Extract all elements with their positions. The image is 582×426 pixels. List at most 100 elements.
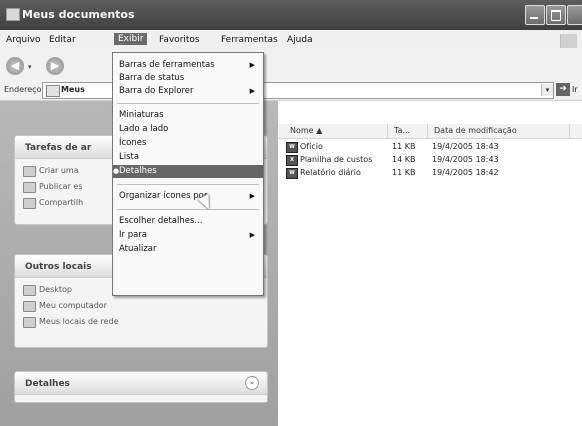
address-label: Endereço — [4, 85, 42, 94]
submenu-arrow-icon: ▶ — [249, 192, 255, 200]
word-document-icon: W — [286, 142, 298, 153]
explorer-window: Meus documentos Arquivo Editar Exibir Fa… — [0, 0, 582, 426]
word-document-icon: W — [286, 168, 298, 179]
windows-logo-icon — [560, 34, 577, 48]
title-bar[interactable]: Meus documentos — [0, 0, 582, 30]
menu-item-refresh[interactable]: Atualizar — [113, 243, 263, 256]
desktop-icon — [23, 285, 36, 296]
maximize-button[interactable] — [546, 5, 566, 25]
menu-item-status-bar[interactable]: Barra de status — [113, 72, 263, 85]
view-menu-dropdown: Barras de ferramentas ▶ Barra de status B… — [112, 52, 264, 296]
task-link-label: Publicar es — [39, 182, 83, 191]
sort-up-icon: ▲ — [316, 126, 323, 135]
place-link-label: Meu computador — [39, 301, 107, 310]
task-link-label: Criar uma — [39, 166, 79, 175]
details-panel: Detalhes » — [14, 371, 268, 403]
table-row[interactable]: W Relatório diário 11 KB 19/4/2005 18:42 — [278, 167, 582, 179]
submenu-arrow-icon: ▶ — [249, 61, 255, 69]
other-places-title: Outros locais — [25, 262, 92, 272]
window-title: Meus documentos — [22, 8, 135, 21]
place-link-computer[interactable]: Meu computador — [23, 299, 259, 313]
address-bar: Endereço Meus ▾ ➜ Ir — [0, 80, 582, 101]
menu-item-label: Barra de status — [119, 73, 185, 83]
menu-exibir[interactable]: Exibir — [114, 33, 148, 45]
menu-separator — [117, 103, 259, 104]
column-label: Ta... — [394, 126, 411, 135]
tasks-panel-title: Tarefas de ar — [25, 143, 92, 153]
table-row[interactable]: W Ofício 11 KB 19/4/2005 18:43 — [278, 141, 582, 153]
file-name: Ofício — [300, 142, 323, 151]
menu-item-go-to[interactable]: Ir para ▶ — [113, 229, 263, 242]
file-date: 19/4/2005 18:43 — [432, 155, 499, 164]
task-link-label: Compartilh — [39, 198, 84, 207]
place-link-network[interactable]: Meus locais de rede — [23, 315, 259, 329]
menu-separator — [117, 209, 259, 210]
menu-item-label: Ícones — [119, 138, 147, 148]
file-size: 11 KB — [392, 168, 416, 177]
details-panel-header[interactable]: Detalhes » — [15, 372, 267, 395]
new-folder-icon — [23, 166, 36, 177]
place-link-label: Desktop — [39, 285, 72, 294]
back-button[interactable]: ◀ — [6, 57, 24, 75]
globe-icon — [23, 182, 36, 193]
column-header-row: Nome ▲ Ta... Data de modificação — [278, 124, 582, 139]
menu-item-choose-details[interactable]: Escolher detalhes... — [113, 215, 263, 228]
menu-item-icons[interactable]: Ícones — [113, 137, 263, 150]
network-icon — [23, 317, 36, 328]
menu-separator — [117, 184, 259, 185]
menu-bar: Arquivo Editar Exibir Favoritos Ferramen… — [0, 30, 582, 53]
folder-icon — [6, 8, 20, 21]
computer-icon — [23, 301, 36, 312]
menu-ferramentas[interactable]: Ferramentas — [221, 35, 278, 45]
menu-item-label: Lado a lado — [119, 124, 169, 134]
spreadsheet-icon: X — [286, 155, 298, 166]
submenu-arrow-icon: ▶ — [249, 87, 255, 95]
file-name: Planilha de custos — [300, 155, 373, 164]
menu-item-label: Organizar ícones por — [119, 191, 208, 201]
share-folder-icon — [23, 198, 36, 209]
menu-item-label: Barras de ferramentas — [119, 60, 215, 70]
column-name[interactable]: Nome ▲ — [286, 124, 388, 138]
menu-item-label: Lista — [119, 152, 140, 162]
menu-item-label: Ir para — [119, 230, 148, 240]
file-name: Relatório diário — [300, 168, 361, 177]
menu-item-label: Escolher detalhes... — [119, 216, 203, 226]
menu-item-label: Atualizar — [119, 244, 157, 254]
submenu-arrow-icon: ▶ — [249, 231, 255, 239]
column-size[interactable]: Ta... — [390, 124, 428, 138]
file-size: 14 KB — [392, 155, 416, 164]
menu-editar[interactable]: Editar — [49, 35, 76, 45]
folder-icon — [46, 85, 60, 97]
file-date: 19/4/2005 18:42 — [432, 168, 499, 177]
place-link-label: Meus locais de rede — [39, 317, 119, 326]
table-row[interactable]: X Planilha de custos 14 KB 19/4/2005 18:… — [278, 154, 582, 166]
menu-favoritos[interactable]: Favoritos — [159, 35, 200, 45]
file-size: 11 KB — [392, 142, 416, 151]
menu-item-thumbnails[interactable]: Miniaturas — [113, 109, 263, 122]
menu-item-toolbars[interactable]: Barras de ferramentas ▶ — [113, 59, 263, 72]
menu-ajuda[interactable]: Ajuda — [287, 35, 313, 45]
menu-item-list[interactable]: Lista — [113, 151, 263, 164]
expand-icon[interactable]: » — [245, 376, 259, 390]
column-label: Data de modificação — [434, 126, 517, 135]
minimize-button[interactable] — [525, 5, 545, 25]
forward-button[interactable]: ▶ — [46, 57, 64, 75]
menu-item-tiles[interactable]: Lado a lado — [113, 123, 263, 136]
file-list: Nome ▲ Ta... Data de modificação W Ofíci… — [278, 101, 582, 426]
menu-item-details[interactable]: ● Detalhes — [113, 165, 263, 178]
column-modified[interactable]: Data de modificação — [430, 124, 570, 138]
back-dropdown-icon[interactable]: ▾ — [28, 63, 32, 71]
menu-item-label: Miniaturas — [119, 110, 164, 120]
go-button[interactable]: Ir — [572, 85, 578, 94]
close-button[interactable] — [567, 5, 582, 25]
menu-arquivo[interactable]: Arquivo — [6, 35, 40, 45]
column-label: Nome — [290, 126, 314, 135]
go-arrow-icon[interactable]: ➜ — [556, 83, 570, 96]
address-value: Meus — [61, 85, 85, 94]
menu-item-arrange-icons[interactable]: Organizar ícones por ▶ — [113, 190, 263, 203]
menu-item-explorer-bar[interactable]: Barra do Explorer ▶ — [113, 85, 263, 98]
selected-bullet-icon: ● — [113, 167, 120, 175]
file-date: 19/4/2005 18:43 — [432, 142, 499, 151]
menu-item-label: Detalhes — [119, 166, 157, 176]
chevron-down-icon[interactable]: ▾ — [541, 84, 553, 96]
